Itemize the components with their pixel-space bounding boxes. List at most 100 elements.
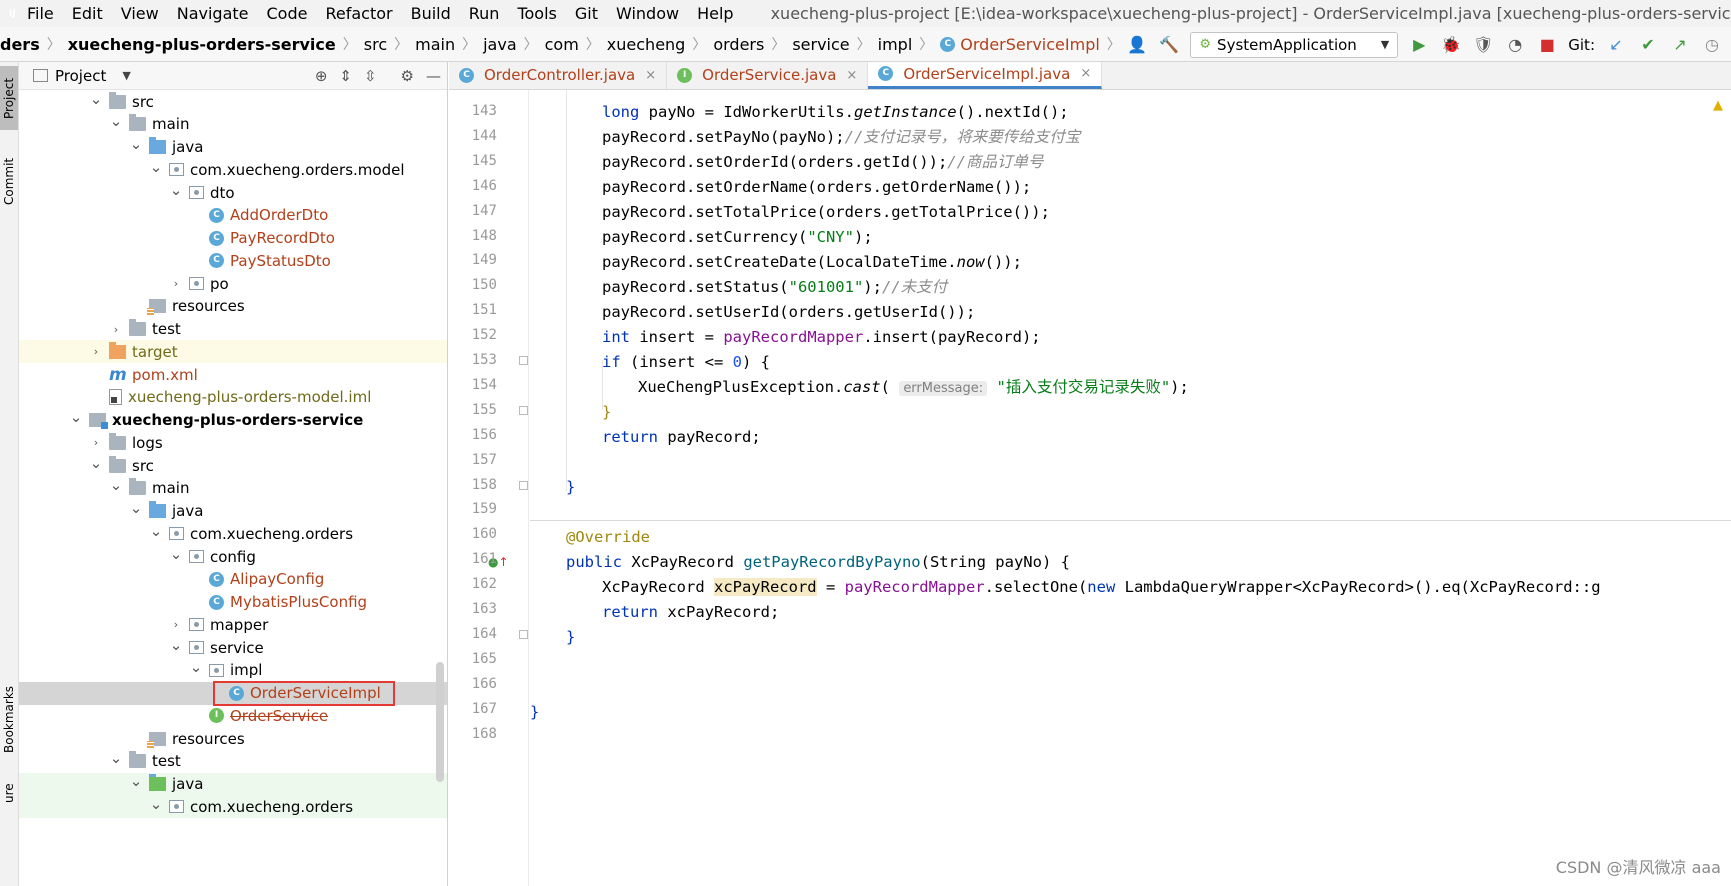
breadcrumb-item[interactable]: src (364, 35, 387, 54)
breadcrumb-item[interactable]: xuecheng-plus-orders-service (68, 35, 336, 54)
collapse-all-icon[interactable]: ⇳ (364, 67, 377, 85)
profile-icon[interactable]: ◔ (1504, 34, 1526, 56)
chevron-down-icon[interactable]: ⌄ (129, 499, 143, 517)
fold-marker-icon[interactable] (519, 630, 528, 639)
close-icon[interactable]: × (1080, 66, 1091, 81)
tree-node[interactable]: › mapper (19, 613, 447, 636)
menu-tools[interactable]: Tools (508, 4, 565, 23)
breadcrumb-item[interactable]: service (792, 35, 849, 54)
menu-window[interactable]: Window (607, 4, 688, 23)
tree-node[interactable]: ⌄ com.xuecheng.orders (19, 522, 447, 545)
chevron-down-icon[interactable]: ⌄ (129, 772, 143, 790)
breadcrumb-item[interactable]: java (483, 35, 517, 54)
breadcrumb-item[interactable]: main (415, 35, 455, 54)
breadcrumb-item[interactable]: xuecheng (607, 35, 686, 54)
menu-navigate[interactable]: Navigate (168, 4, 258, 23)
menu-help[interactable]: Help (688, 4, 742, 23)
tree-node[interactable]: ›resources (19, 295, 447, 318)
tree-node[interactable]: ⌄ main (19, 112, 447, 136)
breadcrumb-item[interactable]: ders (0, 35, 40, 54)
breadcrumb-item[interactable]: com (545, 35, 579, 54)
tool-tab-bookmarks[interactable]: Bookmarks (0, 674, 18, 764)
fold-marker-icon[interactable] (519, 406, 528, 415)
tree-node[interactable]: ›CAddOrderDto (19, 204, 447, 227)
chevron-down-icon[interactable]: ⌄ (109, 749, 123, 767)
tree-node[interactable]: ⌄ service (19, 636, 447, 659)
tree-node[interactable]: ⌄ dto (19, 181, 447, 204)
stop-icon[interactable]: ■ (1536, 34, 1558, 56)
tree-node[interactable]: ⌄ com.xuecheng.orders (19, 795, 447, 819)
tree-node[interactable]: › test (19, 318, 447, 341)
tab-order-controller[interactable]: C OrderController.java × (449, 62, 668, 89)
tree-node[interactable]: ⌄ impl (19, 658, 447, 682)
menu-view[interactable]: View (112, 4, 168, 23)
project-panel-scrollbar[interactable] (436, 662, 444, 782)
tree-node[interactable]: ⌄ java (19, 499, 447, 523)
breadcrumb-class[interactable]: C OrderServiceImpl (940, 35, 1100, 54)
expand-all-icon[interactable]: ⇕ (339, 67, 352, 85)
menu-code[interactable]: Code (258, 4, 317, 23)
tab-order-service[interactable]: I OrderService.java × (667, 62, 869, 89)
tree-node[interactable]: ›CPayRecordDto (19, 227, 447, 250)
tool-tab-commit[interactable]: Commit (0, 146, 18, 216)
tree-node[interactable]: ⌄ java (19, 772, 447, 796)
chevron-down-icon[interactable]: ⌄ (149, 158, 163, 176)
menu-file[interactable]: File (18, 4, 63, 23)
tree-node[interactable]: › logs (19, 431, 447, 454)
tree-node[interactable]: ⌄ config (19, 545, 447, 568)
git-update-icon[interactable]: ↙ (1605, 34, 1627, 56)
run-configuration-select[interactable]: ⚙ SystemApplication ▼ (1190, 31, 1399, 58)
chevron-down-icon[interactable]: ⌄ (89, 454, 103, 472)
tree-node[interactable]: ⌄ src (19, 90, 447, 113)
chevron-down-icon[interactable]: ⌄ (169, 181, 183, 199)
chevron-right-icon[interactable]: › (89, 345, 103, 358)
tree-node[interactable]: ›mpom.xml (19, 363, 447, 386)
warning-icon[interactable]: ▲ (1713, 98, 1723, 113)
gear-icon[interactable]: ⚙ (401, 67, 414, 85)
chevron-down-icon[interactable]: ⌄ (109, 476, 123, 494)
tree-node[interactable]: ⌄ src (19, 454, 447, 477)
chevron-right-icon[interactable]: › (169, 277, 183, 290)
menu-run[interactable]: Run (460, 4, 509, 23)
build-hammer-icon[interactable]: 🔨 (1158, 34, 1180, 56)
menu-edit[interactable]: Edit (63, 4, 112, 23)
chevron-down-icon[interactable]: ▼ (122, 69, 130, 82)
tree-node[interactable]: ›resources (19, 727, 447, 750)
tool-tab-structure[interactable]: ure (0, 778, 18, 808)
project-panel-title[interactable]: Project (55, 67, 106, 85)
debug-icon[interactable]: 🐞 (1440, 34, 1462, 56)
tree-node[interactable]: ›CPayStatusDto (19, 249, 447, 272)
chevron-down-icon[interactable]: ⌄ (149, 795, 163, 813)
chevron-down-icon[interactable]: ⌄ (69, 408, 83, 426)
tree-node[interactable]: ›IOrderService (19, 704, 447, 727)
chevron-right-icon[interactable]: › (109, 323, 123, 336)
tree-node[interactable]: › po (19, 272, 447, 295)
chevron-right-icon[interactable]: › (169, 618, 183, 631)
run-icon[interactable]: ▶ (1408, 34, 1430, 56)
tree-node[interactable]: ›xuecheng-plus-orders-model.iml (19, 386, 447, 409)
fold-marker-icon[interactable] (519, 356, 528, 365)
hide-panel-icon[interactable]: — (426, 67, 441, 85)
tree-node[interactable]: › target (19, 340, 447, 364)
tree-node[interactable]: ›CAlipayConfig (19, 568, 447, 591)
tree-node[interactable]: ⌄ test (19, 749, 447, 773)
git-commit-icon[interactable]: ✔ (1637, 34, 1659, 56)
fold-marker-icon[interactable] (519, 481, 528, 490)
chevron-down-icon[interactable]: ⌄ (109, 112, 123, 130)
menu-refactor[interactable]: Refactor (316, 4, 401, 23)
chevron-down-icon[interactable]: ⌄ (169, 636, 183, 654)
tab-order-service-impl[interactable]: C OrderServiceImpl.java × (868, 62, 1103, 89)
coverage-icon[interactable]: 🛡 (1472, 34, 1494, 56)
history-icon[interactable]: ◷ (1701, 34, 1723, 56)
breadcrumb-item[interactable]: orders (713, 35, 764, 54)
chevron-down-icon[interactable]: ⌄ (169, 545, 183, 563)
tree-node[interactable]: ⌄ com.xuecheng.orders.model (19, 158, 447, 181)
tree-node[interactable]: ›CMybatisPlusConfig (19, 591, 447, 614)
breadcrumb-item[interactable]: impl (878, 35, 913, 54)
close-icon[interactable]: × (645, 68, 656, 83)
chevron-right-icon[interactable]: › (89, 436, 103, 449)
git-push-icon[interactable]: ↗ (1669, 34, 1691, 56)
chevron-down-icon[interactable]: ⌄ (89, 90, 103, 108)
menu-build[interactable]: Build (402, 4, 460, 23)
locate-icon[interactable]: ⊕ (315, 67, 328, 85)
